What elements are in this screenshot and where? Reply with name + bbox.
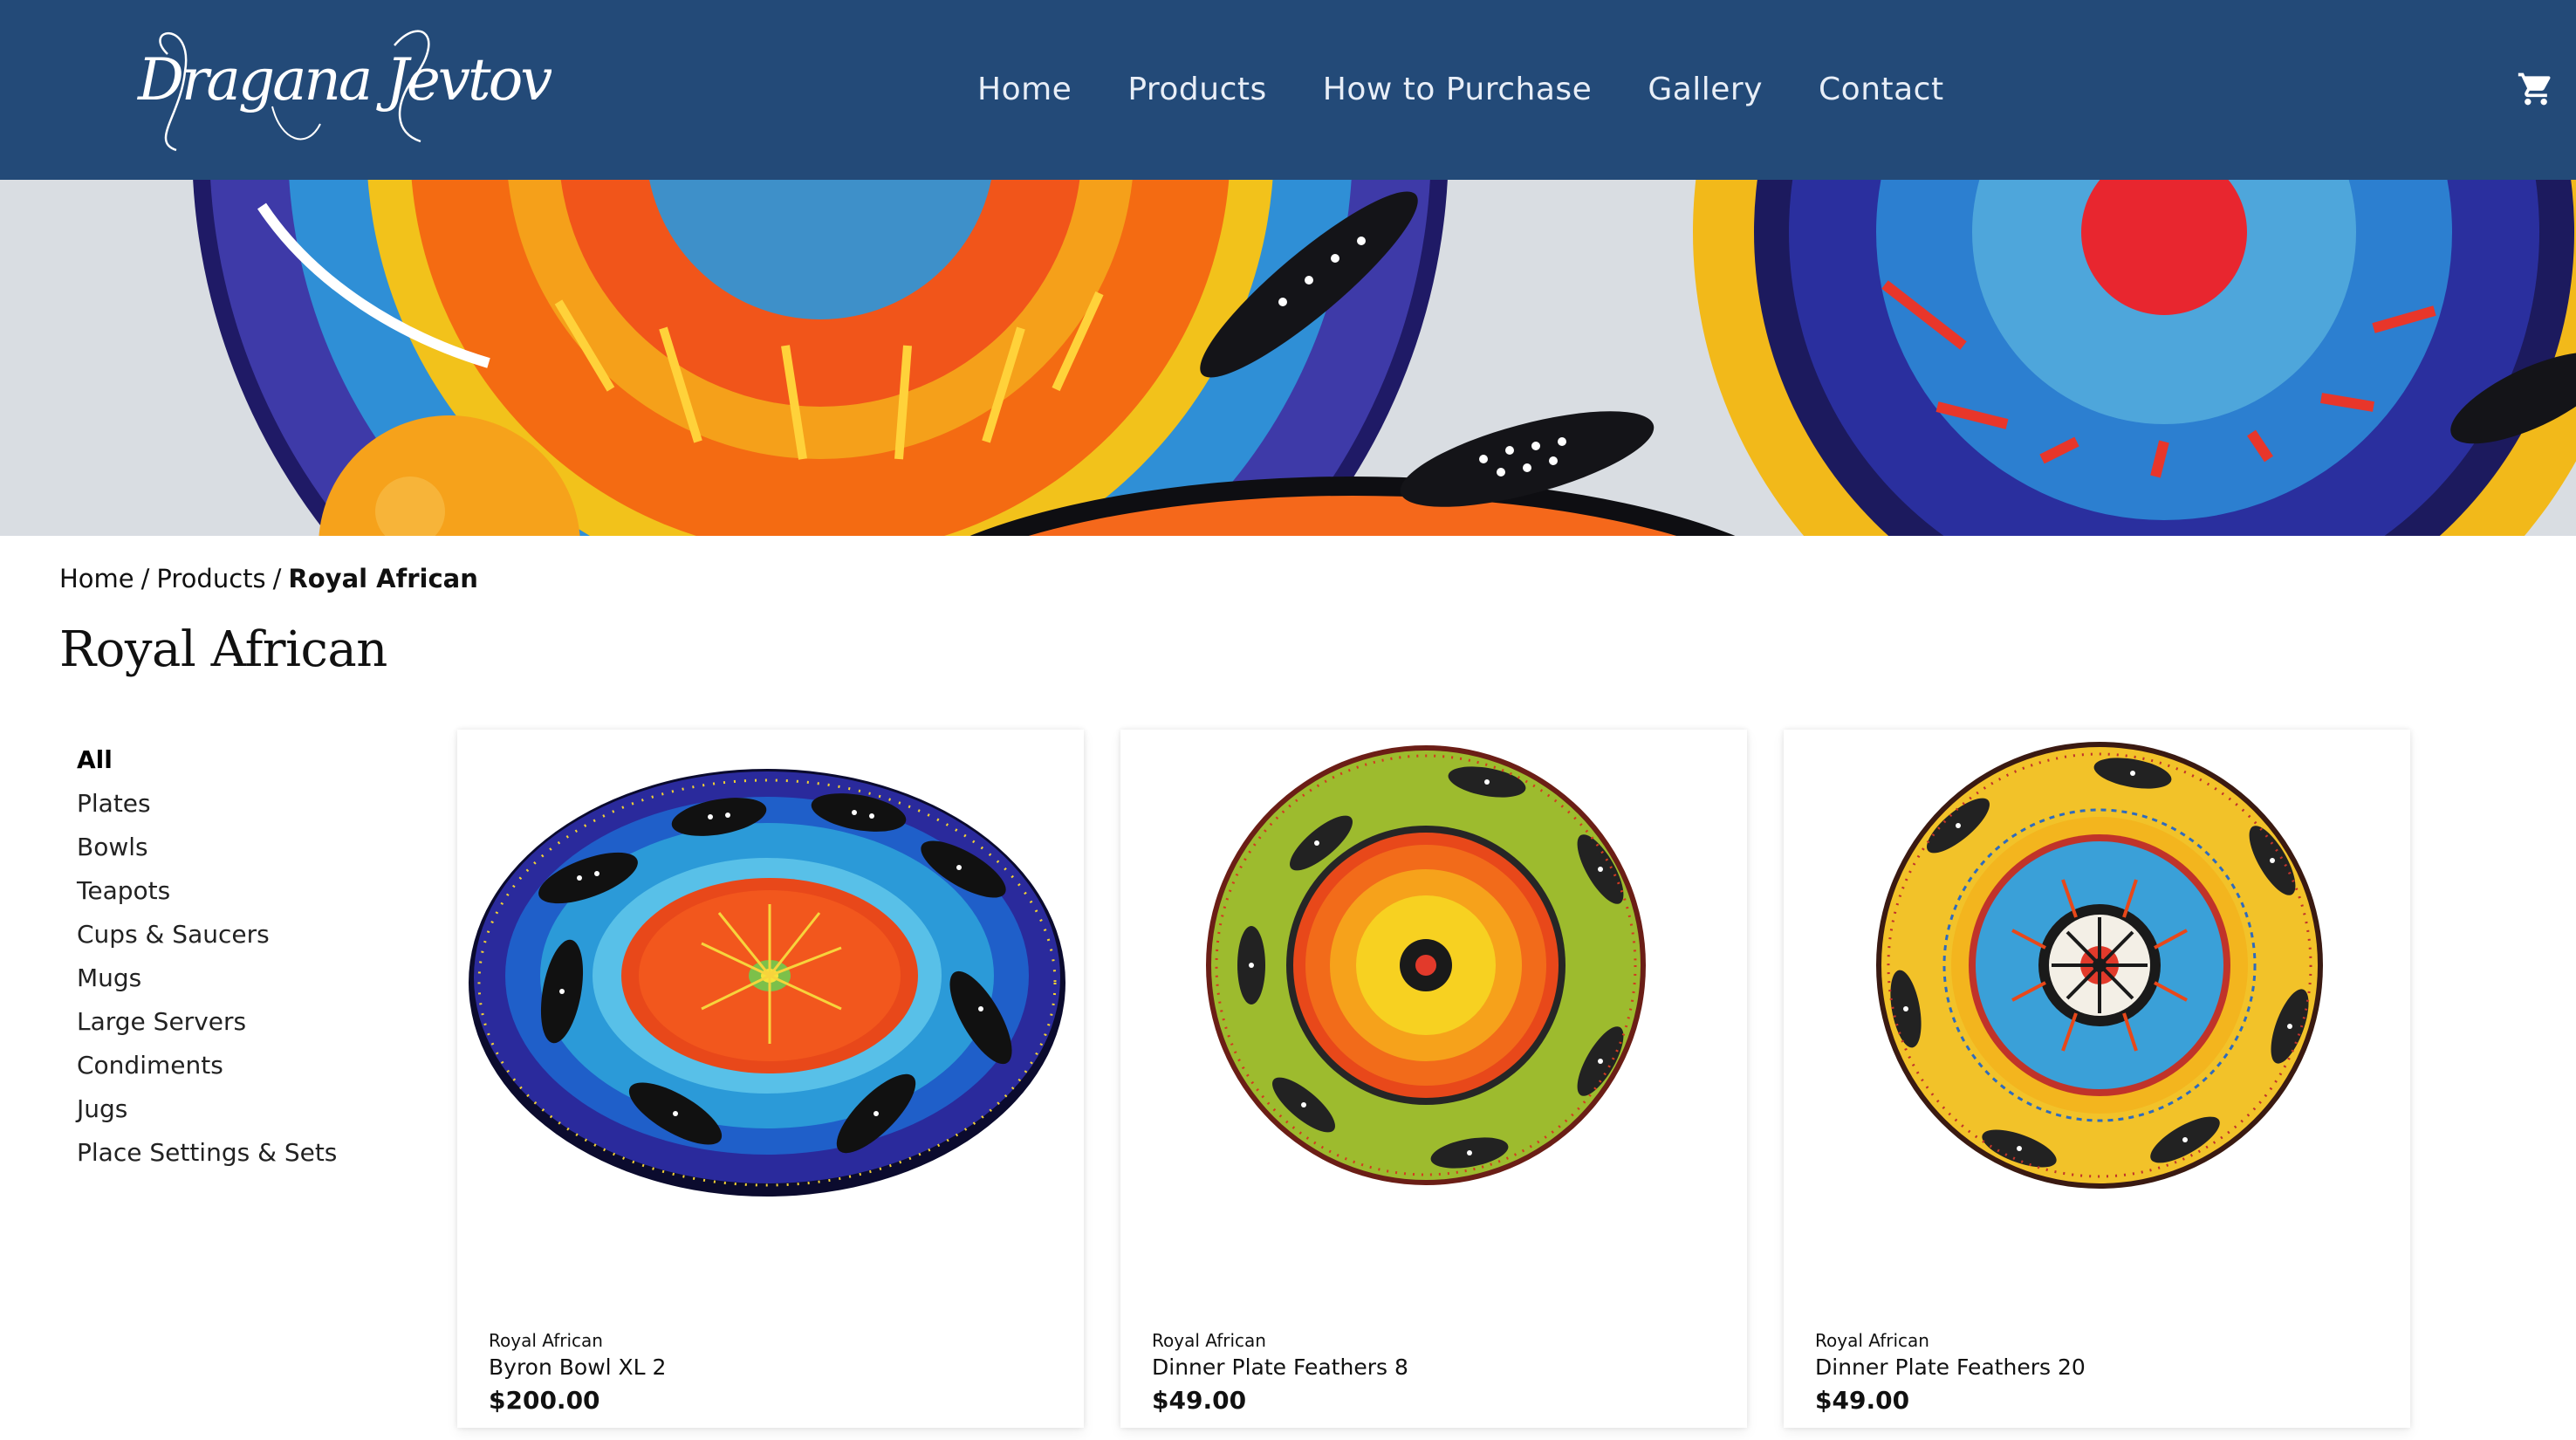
category-place-settings-sets[interactable]: Place Settings & Sets (77, 1133, 391, 1176)
product-collection: Royal African (489, 1330, 603, 1351)
product-price: $200.00 (489, 1386, 600, 1415)
shopping-cart-icon[interactable] (2517, 70, 2555, 108)
nav-gallery[interactable]: Gallery (1648, 72, 1763, 107)
product-card[interactable]: Royal African Dinner Plate Feathers 8 $4… (1120, 730, 1747, 1428)
category-all[interactable]: All (77, 740, 391, 784)
nav-home[interactable]: Home (977, 72, 1072, 107)
breadcrumb-products[interactable]: Products (156, 564, 265, 593)
breadcrumb-separator: / (140, 564, 150, 593)
category-cups-saucers[interactable]: Cups & Saucers (77, 915, 391, 958)
breadcrumb: Home / Products / Royal African (59, 564, 478, 593)
brand-logo[interactable]: Dragana Jevtovic (133, 19, 552, 159)
page-title: Royal African (59, 621, 387, 678)
category-jugs[interactable]: Jugs (77, 1089, 391, 1133)
product-image[interactable] (457, 730, 1084, 1288)
main-nav: Home Products How to Purchase Gallery Co… (977, 66, 1944, 112)
nav-products[interactable]: Products (1127, 72, 1266, 107)
product-collection: Royal African (1152, 1330, 1266, 1351)
category-bowls[interactable]: Bowls (77, 827, 391, 871)
category-mugs[interactable]: Mugs (77, 958, 391, 1002)
product-card[interactable]: Royal African Dinner Plate Feathers 20 $… (1784, 730, 2410, 1428)
hero-banner-image (0, 180, 2576, 536)
nav-how-to-purchase[interactable]: How to Purchase (1323, 72, 1593, 107)
breadcrumb-separator: / (272, 564, 282, 593)
breadcrumb-home[interactable]: Home (59, 564, 134, 593)
product-price: $49.00 (1152, 1386, 1247, 1415)
nav-contact[interactable]: Contact (1819, 72, 1944, 107)
brand-logo-script: Dragana Jevtovic (137, 30, 552, 152)
category-list: All Plates Bowls Teapots Cups & Saucers … (77, 740, 391, 1176)
category-plates[interactable]: Plates (77, 784, 391, 827)
product-card[interactable]: Royal African Byron Bowl XL 2 $200.00 (457, 730, 1084, 1428)
site-header: Dragana Jevtovic Home Products How to Pu… (0, 0, 2576, 180)
product-name[interactable]: Dinner Plate Feathers 20 (1815, 1354, 2086, 1380)
product-name[interactable]: Byron Bowl XL 2 (489, 1354, 666, 1380)
svg-text:Dragana Jevtovic: Dragana Jevtovic (137, 46, 552, 113)
category-large-servers[interactable]: Large Servers (77, 1002, 391, 1046)
category-condiments[interactable]: Condiments (77, 1046, 391, 1089)
product-name[interactable]: Dinner Plate Feathers 8 (1152, 1354, 1408, 1380)
product-collection: Royal African (1815, 1330, 1929, 1351)
product-image[interactable] (1120, 730, 1747, 1288)
category-teapots[interactable]: Teapots (77, 871, 391, 915)
product-price: $49.00 (1815, 1386, 1910, 1415)
product-image[interactable] (1784, 730, 2410, 1288)
breadcrumb-current: Royal African (288, 564, 478, 593)
